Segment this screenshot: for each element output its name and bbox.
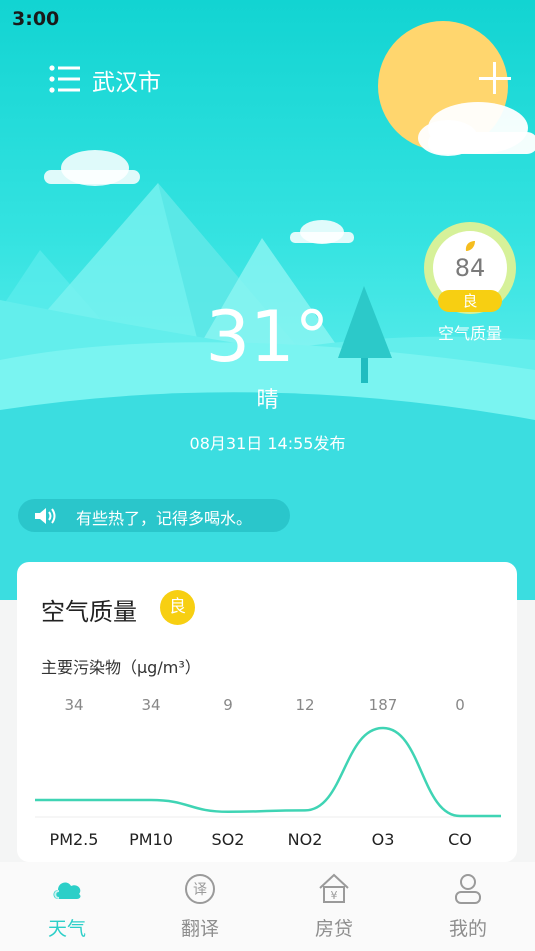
- pollutant-series-line: [34, 726, 501, 818]
- weather-condition: 晴: [256, 388, 279, 413]
- speaker-icon: [35, 508, 56, 524]
- translate-icon: 译: [183, 872, 217, 906]
- status-time: 3:00: [12, 8, 60, 30]
- add-city-button[interactable]: [478, 62, 512, 96]
- aqi-value: 84: [454, 254, 486, 282]
- pollutant-curve: [34, 726, 501, 818]
- city-list-button[interactable]: [48, 64, 82, 94]
- house-loan-icon: ¥: [317, 872, 351, 906]
- cloud-icon: [50, 872, 84, 906]
- svg-text:译: 译: [193, 882, 207, 898]
- pollutant-label: NO2: [287, 830, 323, 849]
- pollutant-label: O3: [371, 830, 395, 849]
- air-quality-card[interactable]: 空气质量 良 主要污染物（μg/m³） 34 34 9 12 187 0 PM2…: [17, 562, 517, 862]
- aqi-grade: 良: [438, 290, 502, 312]
- tab-label: 房贷: [314, 918, 353, 940]
- leaf-icon: [465, 241, 475, 251]
- weather-hero: 3:00 武汉市 31° 晴 08月31日 14:55发布 84 良 空气质量 …: [0, 0, 535, 600]
- pollutant-label: PM10: [129, 830, 173, 849]
- tab-me[interactable]: 我的: [418, 872, 518, 941]
- person-icon: [451, 872, 485, 906]
- tab-label: 我的: [448, 918, 487, 940]
- weather-tip[interactable]: 有些热了，记得多喝水。: [18, 499, 290, 532]
- pollutant-label: CO: [448, 830, 472, 849]
- tab-mortgage[interactable]: ¥ 房贷: [284, 872, 384, 941]
- publish-time: 08月31日 14:55发布: [189, 434, 346, 453]
- pollutant-label: PM2.5: [49, 830, 99, 849]
- city-name[interactable]: 武汉市: [92, 63, 161, 97]
- tab-translate[interactable]: 译 翻译: [150, 872, 250, 941]
- aqi-label: 空气质量: [437, 324, 502, 343]
- svg-text:¥: ¥: [331, 889, 338, 902]
- tab-label: 天气: [47, 918, 86, 940]
- tab-weather[interactable]: 天气: [17, 872, 117, 941]
- bottom-tab-bar: 天气 译 翻译 ¥ 房贷 我的: [0, 862, 535, 951]
- tip-text: 有些热了，记得多喝水。: [76, 509, 253, 528]
- list-icon: [49, 65, 80, 93]
- tab-label: 翻译: [180, 918, 219, 940]
- aqi-badge[interactable]: 84 良 空气质量: [424, 222, 516, 344]
- pollutant-label: SO2: [211, 830, 245, 849]
